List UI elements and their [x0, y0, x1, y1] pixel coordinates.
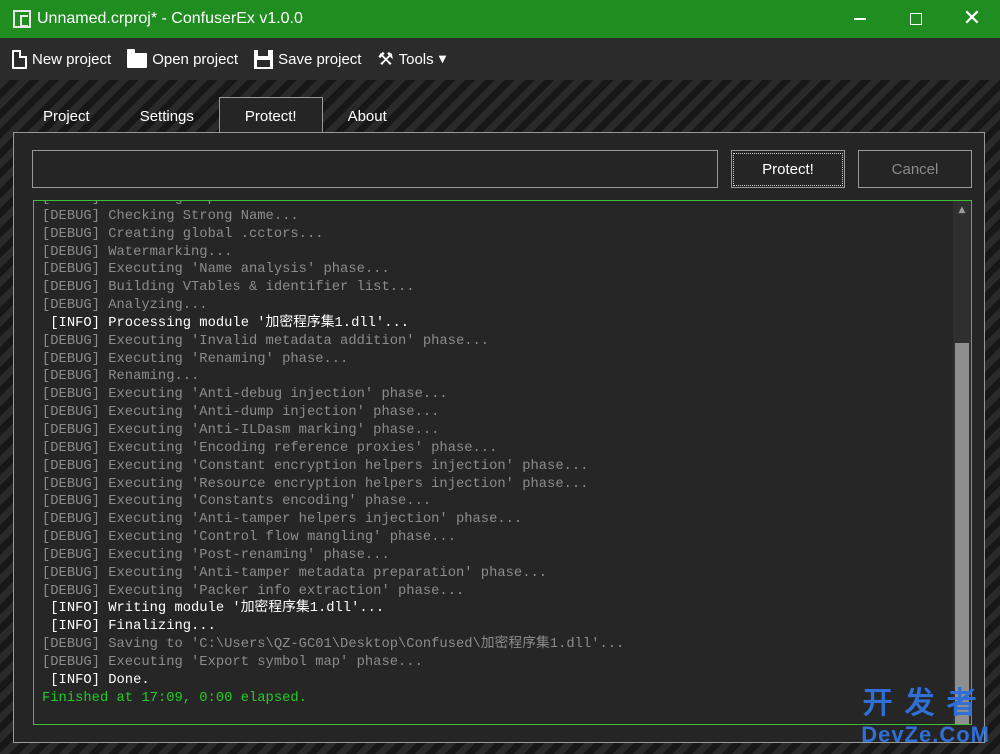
log-line: [DEBUG] Renaming...	[42, 369, 200, 385]
tools-label: Tools	[398, 50, 434, 68]
chevron-down-icon: ▼	[438, 53, 447, 65]
log-line: [DEBUG] Executing 'Encoding reference pr…	[42, 440, 498, 456]
save-project-button[interactable]: Save project	[254, 49, 362, 69]
log-line: [DEBUG] Executing 'Constants encoding' p…	[42, 494, 432, 510]
log-line: [INFO] Processing module '加密程序集1.dll'...	[42, 315, 410, 331]
log-line: [DEBUG] Executing 'Anti-ILDasm marking' …	[42, 422, 440, 438]
scroll-up-icon[interactable]: ▲	[953, 205, 971, 219]
log-line: [DEBUG] Building VTables & identifier li…	[42, 280, 415, 296]
watermark: 开发者 DevZe.CoM	[861, 678, 990, 748]
protect-button[interactable]: Protect!	[731, 150, 845, 188]
log-line: [DEBUG] Executing 'Anti-tamper helpers i…	[42, 512, 523, 528]
log-line: [INFO] Done.	[42, 672, 150, 688]
tools-icon: ⚒	[377, 48, 394, 70]
scroll-thumb[interactable]	[955, 343, 969, 724]
log-line: [DEBUG] Executing 'Anti-debug injection'…	[42, 387, 448, 403]
log-line: [DEBUG] Analyzing...	[42, 298, 208, 314]
tab-project[interactable]: Project	[18, 98, 115, 134]
tab-bar: Project Settings Protect! About	[18, 97, 412, 134]
maximize-button[interactable]	[888, 0, 944, 38]
log-line: [DEBUG] Executing 'Anti-dump injection' …	[42, 405, 440, 421]
log-line: [DEBUG] Executing 'Name analysis' phase.…	[42, 262, 390, 278]
log-line: [DEBUG] Creating global .cctors...	[42, 226, 324, 242]
log-line: [DEBUG] Resolving dependencies...	[42, 201, 947, 208]
log-line: [DEBUG] Executing 'Export symbol map' ph…	[42, 654, 423, 670]
log-output[interactable]: [DEBUG] Resolving dependencies...[DEBUG]…	[33, 200, 972, 725]
open-project-button[interactable]: Open project	[127, 48, 239, 68]
app-icon	[13, 10, 31, 28]
tools-menu-button[interactable]: ⚒ Tools ▼	[377, 49, 446, 70]
log-line: [INFO] Writing module '加密程序集1.dll'...	[42, 601, 385, 617]
log-line: [DEBUG] Executing 'Post-renaming' phase.…	[42, 547, 390, 563]
main-area: Project Settings Protect! About Protect!…	[0, 80, 1000, 754]
close-icon: ✕	[962, 6, 982, 31]
toolbar: New project Open project Save project ⚒ …	[0, 38, 1000, 80]
tab-settings[interactable]: Settings	[115, 98, 219, 134]
log-line: [DEBUG] Executing 'Anti-tamper metadata …	[42, 565, 548, 581]
log-line: [INFO] Finalizing...	[42, 619, 216, 635]
log-line: [DEBUG] Executing 'Control flow mangling…	[42, 530, 456, 546]
window-controls: ✕	[832, 0, 1000, 38]
minimize-button[interactable]	[832, 0, 888, 38]
tab-protect[interactable]: Protect!	[218, 97, 323, 134]
open-project-label: Open project	[152, 50, 239, 68]
log-line: [DEBUG] Saving to 'C:\Users\QZ-GC01\Desk…	[42, 637, 625, 653]
folder-icon	[127, 48, 148, 68]
save-project-label: Save project	[278, 50, 362, 68]
window-title: Unnamed.crproj* - ConfuserEx v1.0.0	[37, 10, 303, 27]
maximize-icon	[910, 13, 922, 25]
log-line: Finished at 17:09, 0:00 elapsed.	[42, 690, 307, 706]
progress-bar	[32, 150, 718, 188]
watermark-bottom: DevZe.CoM	[861, 722, 990, 747]
watermark-top: 开发者	[862, 686, 989, 721]
log-lines: [DEBUG] Resolving dependencies...[DEBUG]…	[42, 201, 947, 707]
log-line: [DEBUG] Executing 'Resource encryption h…	[42, 476, 589, 492]
tab-about[interactable]: About	[323, 98, 412, 134]
log-line: [DEBUG] Checking Strong Name...	[42, 208, 299, 224]
close-button[interactable]: ✕	[944, 0, 1000, 38]
save-icon	[254, 49, 274, 69]
log-line: [DEBUG] Executing 'Constant encryption h…	[42, 458, 589, 474]
log-line: [DEBUG] Executing 'Invalid metadata addi…	[42, 333, 490, 349]
log-line: [DEBUG] Executing 'Packer info extractio…	[42, 583, 465, 599]
new-project-label: New project	[32, 50, 112, 68]
log-scrollbar[interactable]: ▲	[953, 201, 971, 724]
protect-button-label: Protect!	[733, 152, 843, 186]
new-document-icon	[12, 49, 27, 69]
log-line: [DEBUG] Executing 'Renaming' phase...	[42, 351, 349, 367]
log-line: [DEBUG] Watermarking...	[42, 244, 233, 260]
protect-panel: Protect! Cancel [DEBUG] Resolving depend…	[13, 132, 985, 743]
new-project-button[interactable]: New project	[12, 49, 112, 69]
minimize-icon	[854, 18, 866, 20]
cancel-button[interactable]: Cancel	[858, 150, 972, 188]
title-bar: Unnamed.crproj* - ConfuserEx v1.0.0 ✕	[0, 0, 1000, 38]
